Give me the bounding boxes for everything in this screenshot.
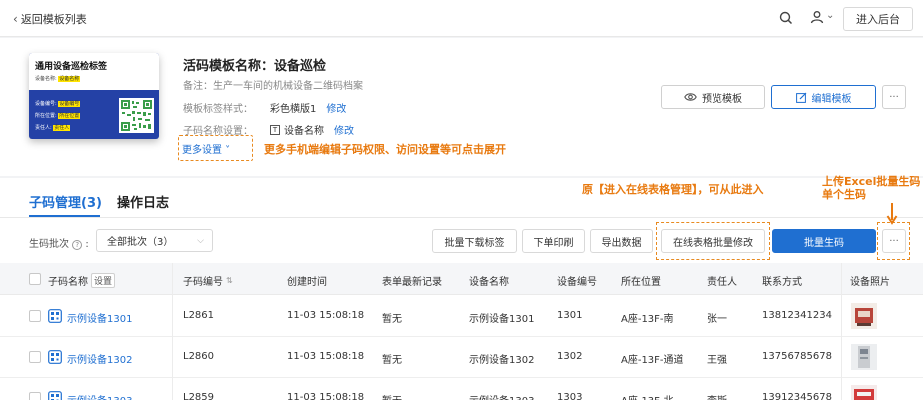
qr-code-icon	[48, 350, 62, 364]
column-settings-button[interactable]: 设置	[91, 273, 116, 288]
annotation-more-settings: 更多手机端编辑子码权限、访问设置等可点击展开	[264, 143, 506, 156]
chevron-down-icon: ⌄	[826, 9, 835, 21]
subcode-management-panel: 子码管理(3) 操作日志 原【进入在线表格管理】，可从此进入 上传Excel批量…	[0, 175, 923, 400]
top-bar: ‹ 返回模板列表 ⌄ 进入后台	[0, 0, 923, 37]
tab-divider	[0, 217, 923, 218]
table-header: 子码名称 设置 子码编号 ⇅ 创建时间 表单最新记录 设备名称 设备编号 所在位…	[0, 263, 923, 295]
edit-icon	[795, 92, 806, 103]
row-checkbox[interactable]	[29, 351, 41, 363]
sort-icon: ⇅	[226, 276, 233, 285]
col-owner: 责任人	[707, 277, 737, 288]
order-print-button[interactable]: 下单印刷	[522, 229, 585, 253]
col-device-photo: 设备照片	[850, 277, 890, 288]
col-location: 所在位置	[621, 277, 661, 288]
batch-filter-label: 生码批次 ? :	[29, 239, 89, 250]
subcode-name-row: T 设备名称 修改	[270, 122, 354, 137]
export-data-button[interactable]: 导出数据	[590, 229, 653, 253]
table-row[interactable]: 示例设备1301 L2861 11-03 15:08:18 暂无 示例设备130…	[0, 296, 923, 337]
template-info-panel: 通用设备巡检标签 设备名称: 设备名称 设备编号: 设备编号 所在位置: 所在位…	[0, 38, 923, 176]
col-device-name: 设备名称	[469, 277, 509, 288]
batch-select[interactable]: 全部批次（3） ⌵	[96, 229, 213, 252]
table-row[interactable]: 示例设备1303 L2859 11-03 15:08:18 暂无 示例设备130…	[0, 378, 923, 400]
annotation-online-table: 原【进入在线表格管理】，可从此进入	[582, 183, 764, 196]
user-menu[interactable]: ⌄	[810, 10, 834, 24]
col-latest-record: 表单最新记录	[382, 277, 442, 288]
subcode-name-link[interactable]: 示例设备1303	[67, 392, 132, 400]
card-line-3: 所在位置: 所在位置	[35, 113, 81, 119]
table-row[interactable]: 示例设备1302 L2860 11-03 15:08:18 暂无 示例设备130…	[0, 337, 923, 378]
device-photo-thumbnail[interactable]	[851, 385, 877, 400]
more-settings-toggle[interactable]: 更多设置 ˅	[182, 141, 230, 156]
select-all-checkbox[interactable]	[29, 273, 41, 285]
col-contact: 联系方式	[762, 277, 802, 288]
device-photo-thumbnail[interactable]	[851, 303, 877, 329]
qr-code-icon	[119, 98, 154, 133]
arrow-down-icon	[886, 203, 898, 225]
subcode-name-value: 设备名称	[284, 126, 324, 137]
col-subcode-number[interactable]: 子码编号 ⇅	[183, 273, 233, 288]
back-to-template-list[interactable]: ‹ 返回模板列表	[13, 11, 87, 27]
qr-code-icon	[48, 309, 62, 323]
col-device-number: 设备编号	[557, 277, 597, 288]
row-checkbox[interactable]	[29, 392, 41, 400]
toolbar-more-button[interactable]: ···	[882, 229, 906, 253]
eye-icon	[684, 93, 697, 101]
subcode-name-link[interactable]: 示例设备1302	[67, 351, 132, 366]
style-row: 彩色横版1 修改	[270, 100, 346, 115]
card-line-4: 责任人: 责任人	[35, 125, 71, 131]
help-icon: ?	[72, 240, 83, 250]
style-edit-link[interactable]: 修改	[326, 100, 346, 115]
style-label: 模板标签样式：	[183, 104, 253, 115]
text-field-icon: T	[270, 124, 280, 135]
col-created-time: 创建时间	[287, 277, 327, 288]
user-icon	[810, 11, 824, 24]
template-more-button[interactable]: ···	[882, 85, 906, 109]
qr-code-icon	[48, 391, 62, 400]
subcode-name-edit-link[interactable]: 修改	[334, 122, 354, 137]
edit-template-button[interactable]: 编辑模板	[771, 85, 876, 109]
col-subcode-name: 子码名称 设置	[48, 273, 116, 288]
chevron-down-icon: ⌵	[197, 235, 204, 246]
online-table-batch-edit-button[interactable]: 在线表格批量修改	[661, 229, 765, 253]
subcode-name-link[interactable]: 示例设备1301	[67, 310, 132, 325]
label-preview-card: 通用设备巡检标签 设备名称: 设备名称 设备编号: 设备编号 所在位置: 所在位…	[29, 53, 159, 139]
row-checkbox[interactable]	[29, 310, 41, 322]
annotation-upload-excel: 上传Excel批量生码 单个生码	[822, 175, 921, 201]
card-line-2: 设备编号: 设备编号	[35, 101, 81, 107]
enter-admin-button[interactable]: 进入后台	[843, 7, 913, 31]
style-value: 彩色横版1	[270, 104, 317, 115]
template-title: 活码模板名称：设备巡检	[183, 59, 327, 74]
chevron-left-icon: ‹	[13, 12, 18, 26]
back-label: 返回模板列表	[20, 13, 87, 26]
card-title: 通用设备巡检标签	[35, 62, 108, 72]
batch-generate-button[interactable]: 批量生码	[772, 229, 876, 253]
batch-download-labels-button[interactable]: 批量下载标签	[432, 229, 517, 253]
device-photo-thumbnail[interactable]	[851, 344, 877, 370]
preview-template-button[interactable]: 预览模板	[661, 85, 765, 109]
search-icon[interactable]	[778, 10, 794, 26]
card-line-1: 设备名称: 设备名称	[35, 76, 81, 82]
tab-operation-log[interactable]: 操作日志	[117, 192, 169, 211]
template-note: 备注：生产一车间的机械设备二维码档案	[183, 81, 363, 92]
tab-subcode-management[interactable]: 子码管理(3)	[29, 192, 102, 211]
